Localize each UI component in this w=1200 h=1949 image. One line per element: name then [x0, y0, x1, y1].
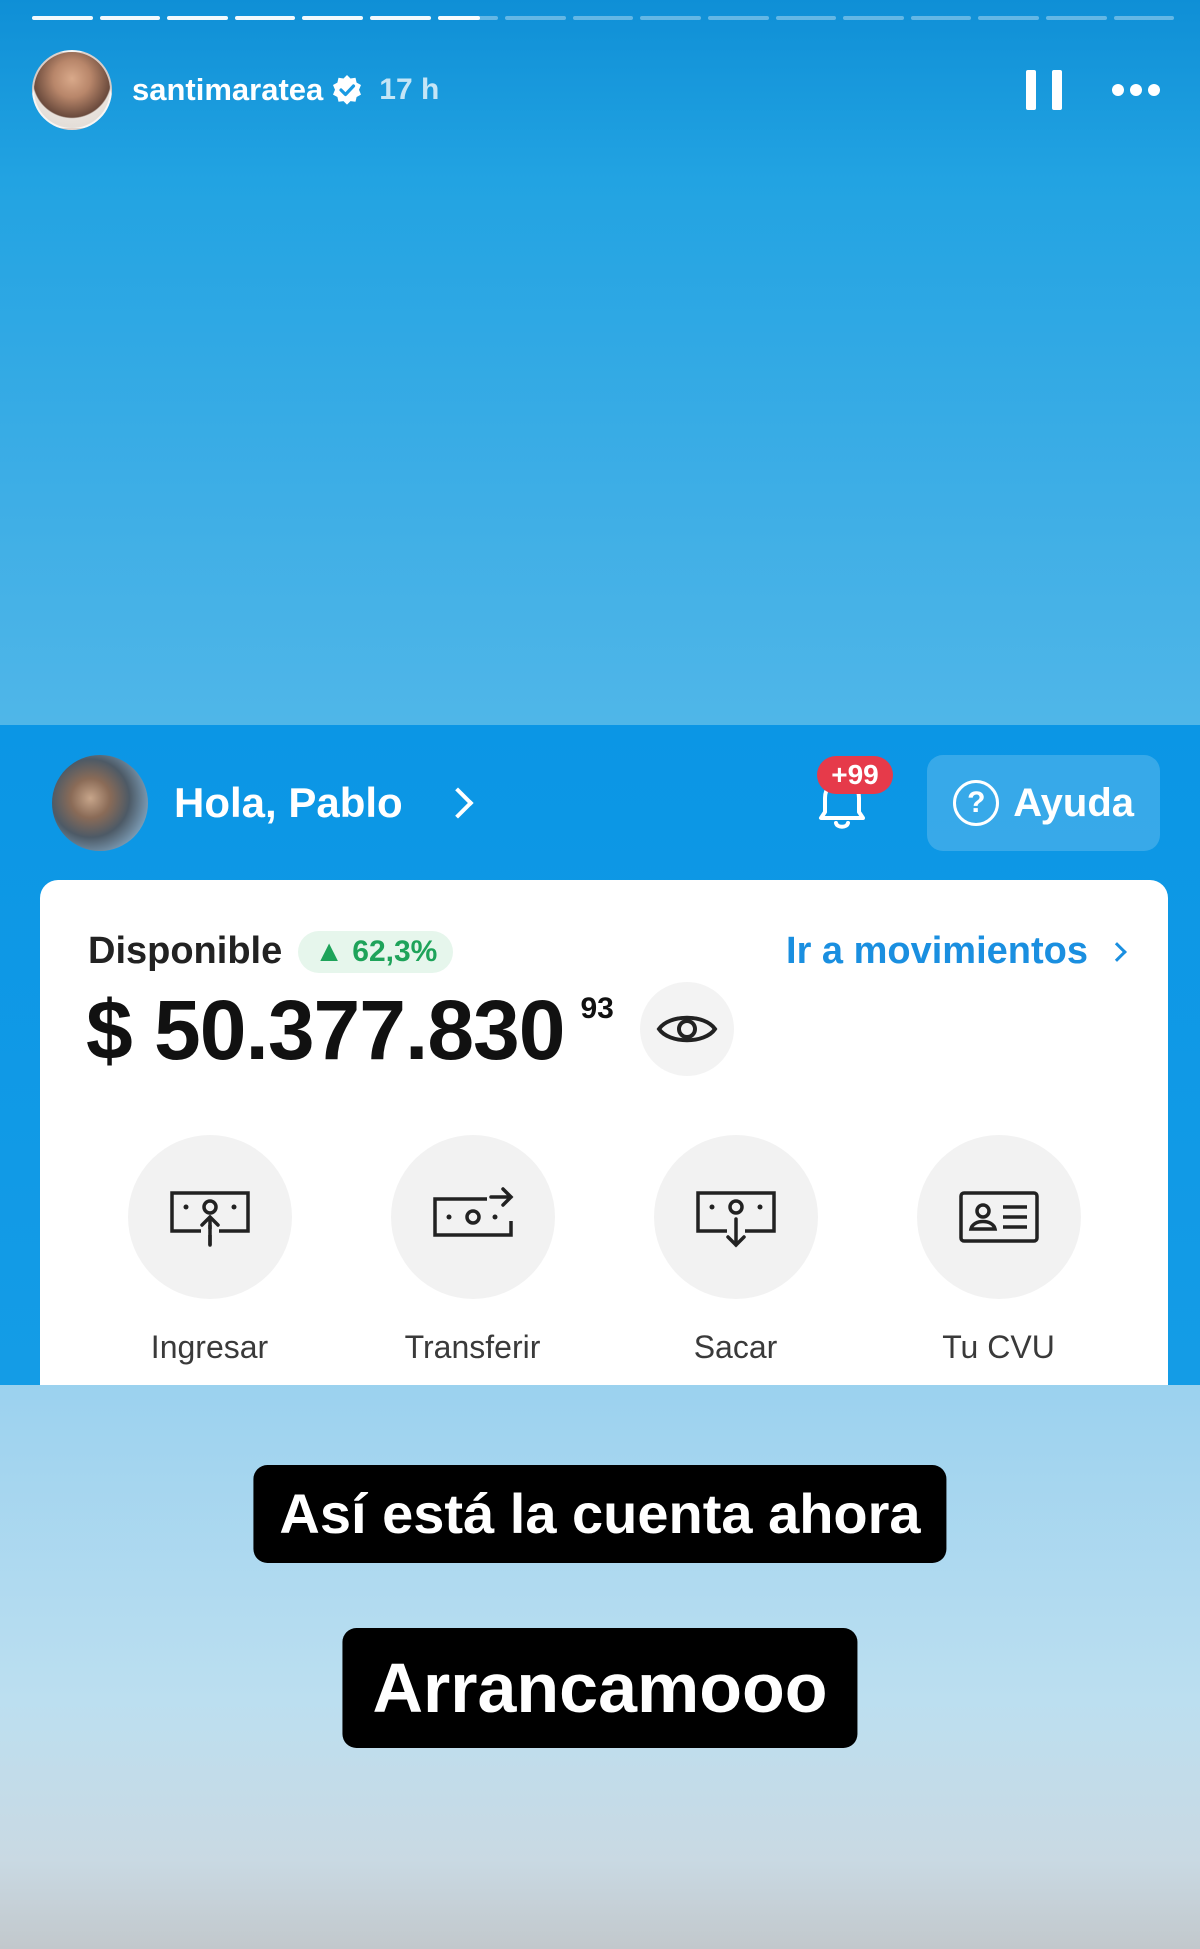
progress-segment — [234, 16, 296, 20]
progress-segment — [978, 16, 1039, 20]
verified-badge-icon — [333, 75, 362, 105]
text-sticker: Así está la cuenta ahora — [253, 1465, 947, 1563]
action-cvu[interactable]: Tu CVU — [889, 1135, 1109, 1366]
progress-segment — [910, 16, 972, 20]
progress-segment — [505, 16, 566, 20]
progress-segment — [99, 16, 161, 20]
progress-segment — [775, 16, 837, 20]
user-avatar[interactable] — [32, 50, 112, 130]
available-label: Disponible — [88, 930, 283, 972]
app-header: Hola, Pablo +99 ? Ayuda — [52, 755, 1160, 851]
progress-segment — [640, 16, 701, 20]
quick-actions: Ingresar Transferir Sacar Tu CVU — [40, 1135, 1168, 1366]
eye-icon — [656, 1015, 718, 1043]
action-label: Ingresar — [150, 1329, 269, 1365]
action-label: Tu CVU — [942, 1329, 1055, 1365]
notification-count-badge: +99 — [817, 756, 893, 794]
text-sticker: Arrancamooo — [342, 1628, 858, 1748]
deposit-icon — [169, 1191, 250, 1247]
profile-avatar — [52, 755, 148, 851]
progress-segment — [302, 16, 363, 20]
movements-link[interactable]: Ir a movimientos — [786, 930, 1088, 973]
action-label: Sacar — [693, 1329, 778, 1365]
transfer-icon — [432, 1187, 513, 1237]
progress-segment — [572, 16, 634, 20]
story-progress-bar — [32, 16, 1175, 20]
progress-segment — [167, 16, 228, 20]
story-header: santimaratea 17 h — [32, 50, 1160, 130]
progress-segment — [707, 16, 769, 20]
help-icon: ? — [953, 780, 1000, 826]
balance-cents: 93 — [580, 992, 614, 1025]
progress-segment — [369, 16, 431, 20]
greeting-text: Hola, Pablo — [174, 779, 403, 826]
withdraw-icon — [695, 1191, 776, 1248]
progress-segment — [32, 16, 93, 20]
balance-card: Disponible ▲ 62,3% Ir a movimientos $ 50… — [40, 880, 1168, 1385]
toggle-balance-visibility-button[interactable] — [639, 982, 734, 1076]
help-button[interactable]: ? Ayuda — [927, 755, 1160, 851]
pause-icon[interactable] — [1026, 70, 1062, 110]
chevron-right-icon — [1107, 941, 1127, 962]
progress-segment — [843, 16, 904, 20]
help-label: Ayuda — [1013, 780, 1134, 825]
balance-amount: $ 50.377.830 — [86, 983, 565, 1077]
more-options-icon[interactable] — [1112, 84, 1160, 96]
progress-segment — [1045, 16, 1107, 20]
action-transfer[interactable]: Transferir — [363, 1135, 583, 1366]
action-label: Transferir — [404, 1329, 541, 1365]
story-viewer[interactable]: santimaratea 17 h Hola, Pablo +99 ? Ayud… — [0, 0, 1200, 1949]
story-time: 17 h — [379, 73, 440, 106]
username[interactable]: santimaratea — [132, 72, 323, 108]
progress-segment — [1113, 16, 1175, 20]
chevron-right-icon — [442, 787, 474, 819]
progress-segment — [437, 16, 499, 20]
notifications-button[interactable]: +99 — [807, 756, 893, 838]
action-withdraw[interactable]: Sacar — [626, 1135, 846, 1366]
change-percent-badge: ▲ 62,3% — [298, 930, 454, 973]
app-screenshot: Hola, Pablo +99 ? Ayuda Disponible ▲ 62,… — [0, 725, 1200, 1385]
id-card-icon — [958, 1191, 1039, 1243]
action-deposit[interactable]: Ingresar — [100, 1135, 320, 1366]
